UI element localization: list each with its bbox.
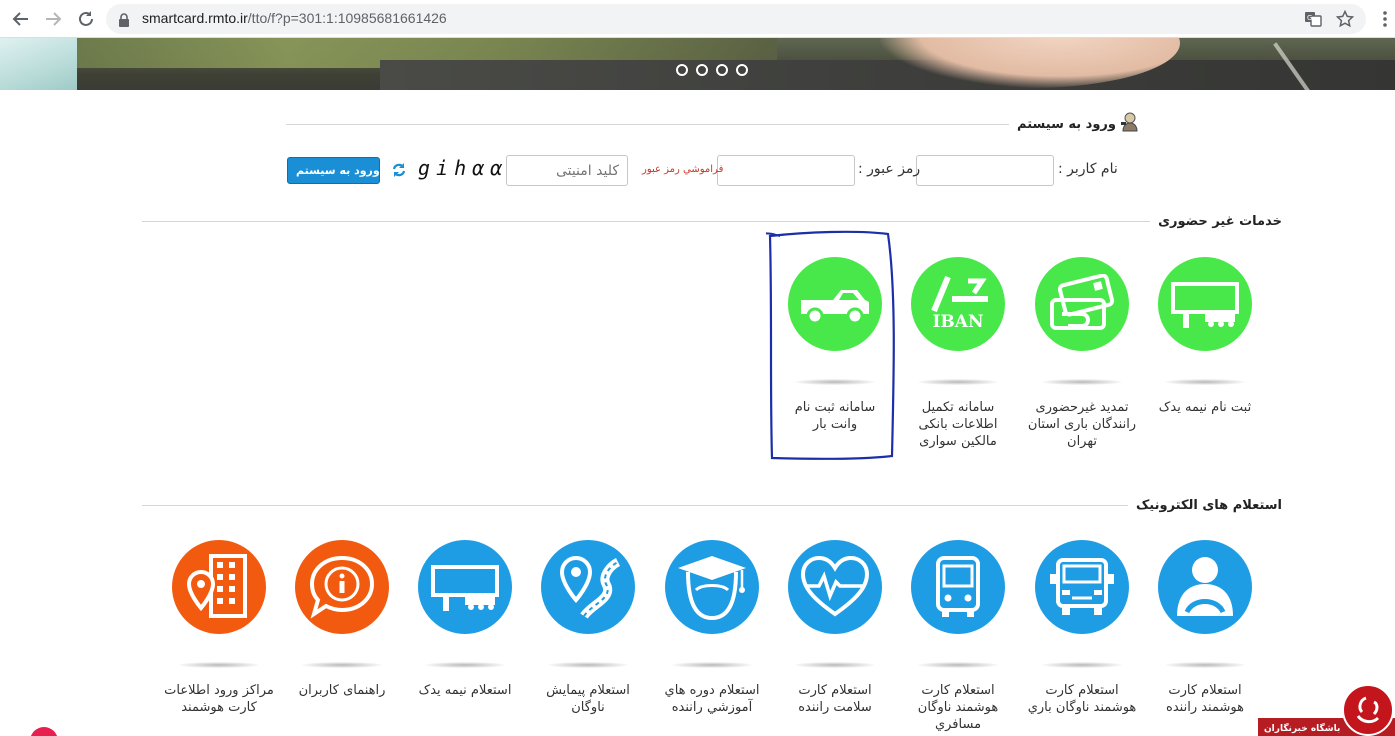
watermark-logo: باشگاه خبرنگاران xyxy=(1258,684,1395,736)
inquiry-label: استعلام کارت هوشمند راننده xyxy=(1166,683,1244,715)
service-tile-bank-info[interactable]: IBAN سامانه تکمیل اطلاعات بانکی مالکین س… xyxy=(903,257,1013,450)
user-key-icon xyxy=(1120,112,1138,136)
slider-dots xyxy=(676,64,748,76)
hero-slider xyxy=(0,38,1395,90)
inquiry-tile-health-card[interactable]: استعلام کارت سلامت راننده xyxy=(780,540,890,716)
inquiries-title: استعلام های الکترونیک xyxy=(1135,498,1282,513)
inquiry-label: راهنمای کاربران xyxy=(298,683,386,698)
inquiry-tile-passenger-fleet[interactable]: استعلام کارت هوشمند ناوگان مسافري xyxy=(903,540,1013,733)
inquiry-tile-user-guide[interactable]: راهنمای کاربران xyxy=(287,540,397,699)
login-section-header: ورود به سیستم xyxy=(286,112,1138,136)
inquiry-label: استعلام کارت هوشمند ناوگان مسافري xyxy=(917,683,999,732)
inquiry-tile-data-entry-centers[interactable]: مراکز ورود اطلاعات کارت هوشمند xyxy=(164,540,274,716)
inquiry-tile-training-courses[interactable]: استعلام دوره هاي آموزشي راننده xyxy=(657,540,767,716)
remote-services-title: خدمات غیر حضوری xyxy=(1158,214,1282,229)
inquiries-header: استعلام های الکترونیک xyxy=(142,498,1282,513)
service-tile-semi-trailer[interactable]: ثبت نام نیمه یدک xyxy=(1150,257,1260,416)
inquiry-label: استعلام نیمه یدک xyxy=(418,683,512,698)
captcha-image: gihαα xyxy=(418,156,509,180)
bookmark-star-icon[interactable] xyxy=(1335,9,1355,32)
url-host: smartcard.rmto.ir xyxy=(142,10,248,26)
username-input[interactable] xyxy=(916,155,1054,186)
forward-icon[interactable] xyxy=(42,8,64,30)
username-label: نام کاربر : xyxy=(1058,161,1118,177)
translate-icon[interactable]: G xyxy=(1304,10,1322,32)
watermark-text: باشگاه خبرنگاران xyxy=(1264,724,1341,734)
password-label: رمز عبور : xyxy=(858,161,921,177)
inquiry-label: استعلام پیمایش ناوگان xyxy=(546,683,630,715)
inquiry-tile-fleet-tracking[interactable]: استعلام پیمایش ناوگان xyxy=(533,540,643,716)
graduate-icon xyxy=(665,540,759,634)
truck-front-icon xyxy=(1035,540,1129,634)
inquiry-tile-semi-trailer[interactable]: استعلام نیمه یدک xyxy=(410,540,520,699)
browser-toolbar: smartcard.rmto.ir/tto/f?p=301:1:10985681… xyxy=(0,0,1395,38)
building-location-icon xyxy=(172,540,266,634)
driver-icon xyxy=(1158,540,1252,634)
login-section-title: ورود به سیستم xyxy=(1017,116,1116,132)
service-label: سامانه تکمیل اطلاعات بانکی مالکین سواری xyxy=(918,400,998,449)
forgot-password-link[interactable]: فراموشي رمز عبور xyxy=(642,164,723,175)
inquiry-tile-cargo-fleet[interactable]: استعلام کارت هوشمند ناوگان باري xyxy=(1027,540,1137,716)
password-input[interactable] xyxy=(717,155,855,186)
security-key-input[interactable] xyxy=(506,155,628,186)
slider-dot[interactable] xyxy=(696,64,708,76)
chat-widget-icon[interactable] xyxy=(30,727,58,736)
reload-icon[interactable] xyxy=(75,8,97,30)
highlight-annotation xyxy=(766,230,895,460)
url-path: /tto/f?p=301:1:10985681661426 xyxy=(247,10,447,26)
inquiry-label: مراکز ورود اطلاعات کارت هوشمند xyxy=(164,683,274,715)
svg-text:G: G xyxy=(1307,14,1312,22)
service-label: تمدید غیرحضوری رانندگان باری استان تهران xyxy=(1027,400,1137,449)
info-bubble-icon xyxy=(295,540,389,634)
bus-icon xyxy=(911,540,1005,634)
watermark-emblem-icon xyxy=(1342,684,1394,736)
semi-trailer-icon xyxy=(418,540,512,634)
service-tile-driver-renewal[interactable]: تمدید غیرحضوری رانندگان باری استان تهران xyxy=(1027,257,1137,450)
iban-icon: IBAN xyxy=(911,257,1005,351)
browser-menu-icon[interactable] xyxy=(1383,8,1387,30)
heart-pulse-icon xyxy=(788,540,882,634)
inquiry-label: استعلام کارت سلامت راننده xyxy=(798,683,872,715)
inquiry-tile-driver-card[interactable]: استعلام کارت هوشمند راننده xyxy=(1150,540,1260,716)
slider-dot[interactable] xyxy=(736,64,748,76)
smart-card-icon xyxy=(1035,257,1129,351)
slider-dot[interactable] xyxy=(676,64,688,76)
inquiry-label: استعلام کارت هوشمند ناوگان باري xyxy=(1027,683,1137,715)
slider-dot[interactable] xyxy=(716,64,728,76)
address-bar-actions: G xyxy=(1304,9,1355,32)
route-pin-icon xyxy=(541,540,635,634)
inquiry-label: استعلام دوره هاي آموزشي راننده xyxy=(664,683,760,715)
refresh-captcha-icon[interactable] xyxy=(392,162,406,182)
iban-text: IBAN xyxy=(932,312,983,332)
login-button[interactable]: ورود به سیستم xyxy=(287,157,380,184)
lock-icon xyxy=(118,12,130,31)
url-text: smartcard.rmto.ir/tto/f?p=301:1:10985681… xyxy=(142,10,447,26)
semi-trailer-icon xyxy=(1158,257,1252,351)
service-label: ثبت نام نیمه یدک xyxy=(1158,400,1252,415)
remote-services-header: خدمات غیر حضوری xyxy=(142,214,1282,229)
address-bar[interactable]: smartcard.rmto.ir/tto/f?p=301:1:10985681… xyxy=(106,4,1366,34)
back-icon[interactable] xyxy=(10,8,32,30)
